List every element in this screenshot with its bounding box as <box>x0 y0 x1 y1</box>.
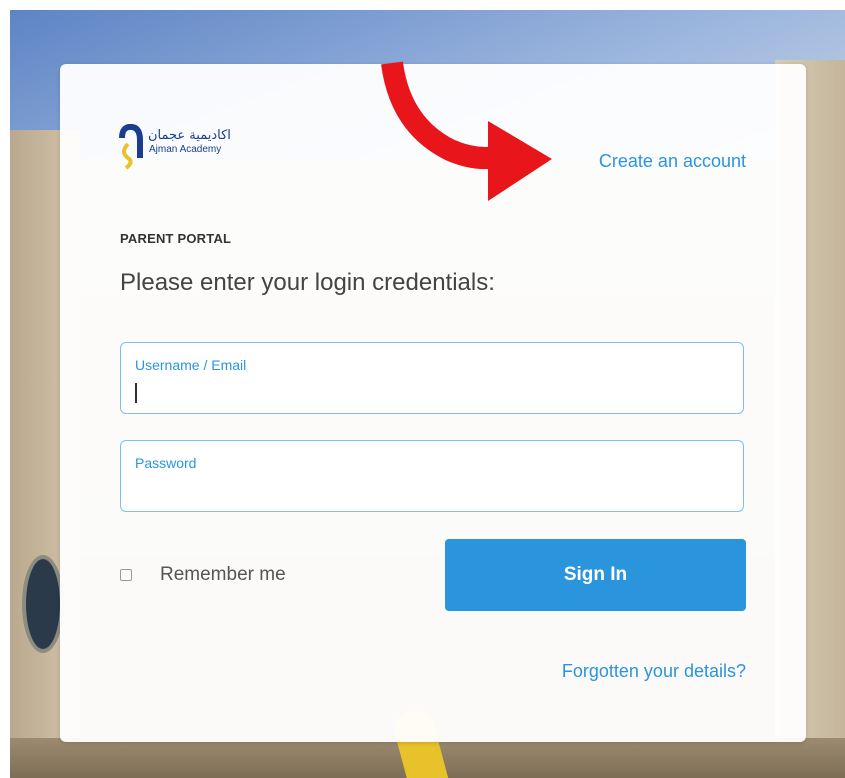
login-card: اكاديمية عجمان Ajman Academy Create an a… <box>60 64 806 742</box>
username-label: Username / Email <box>135 357 247 373</box>
round-window <box>22 555 64 653</box>
remember-me[interactable]: Remember me <box>120 564 286 586</box>
login-prompt: Please enter your login credentials: <box>120 269 495 296</box>
username-input[interactable] <box>133 379 727 405</box>
sign-in-button[interactable]: Sign In <box>445 539 746 611</box>
ajman-academy-logo: اكاديمية عجمان Ajman Academy <box>116 120 246 170</box>
portal-label: PARENT PORTAL <box>120 231 232 246</box>
forgot-details-link[interactable]: Forgotten your details? <box>562 661 746 682</box>
password-input[interactable] <box>133 477 727 503</box>
remember-checkbox[interactable] <box>120 569 132 581</box>
create-account-link[interactable]: Create an account <box>599 151 746 172</box>
remember-label: Remember me <box>160 564 286 585</box>
logo-english-text: Ajman Academy <box>149 144 222 155</box>
academy-emblem-icon <box>119 124 143 170</box>
password-field[interactable]: Password <box>120 440 744 512</box>
password-label: Password <box>135 455 197 471</box>
username-field[interactable]: Username / Email <box>120 342 744 414</box>
logo-arabic-text: اكاديمية عجمان <box>148 128 231 143</box>
